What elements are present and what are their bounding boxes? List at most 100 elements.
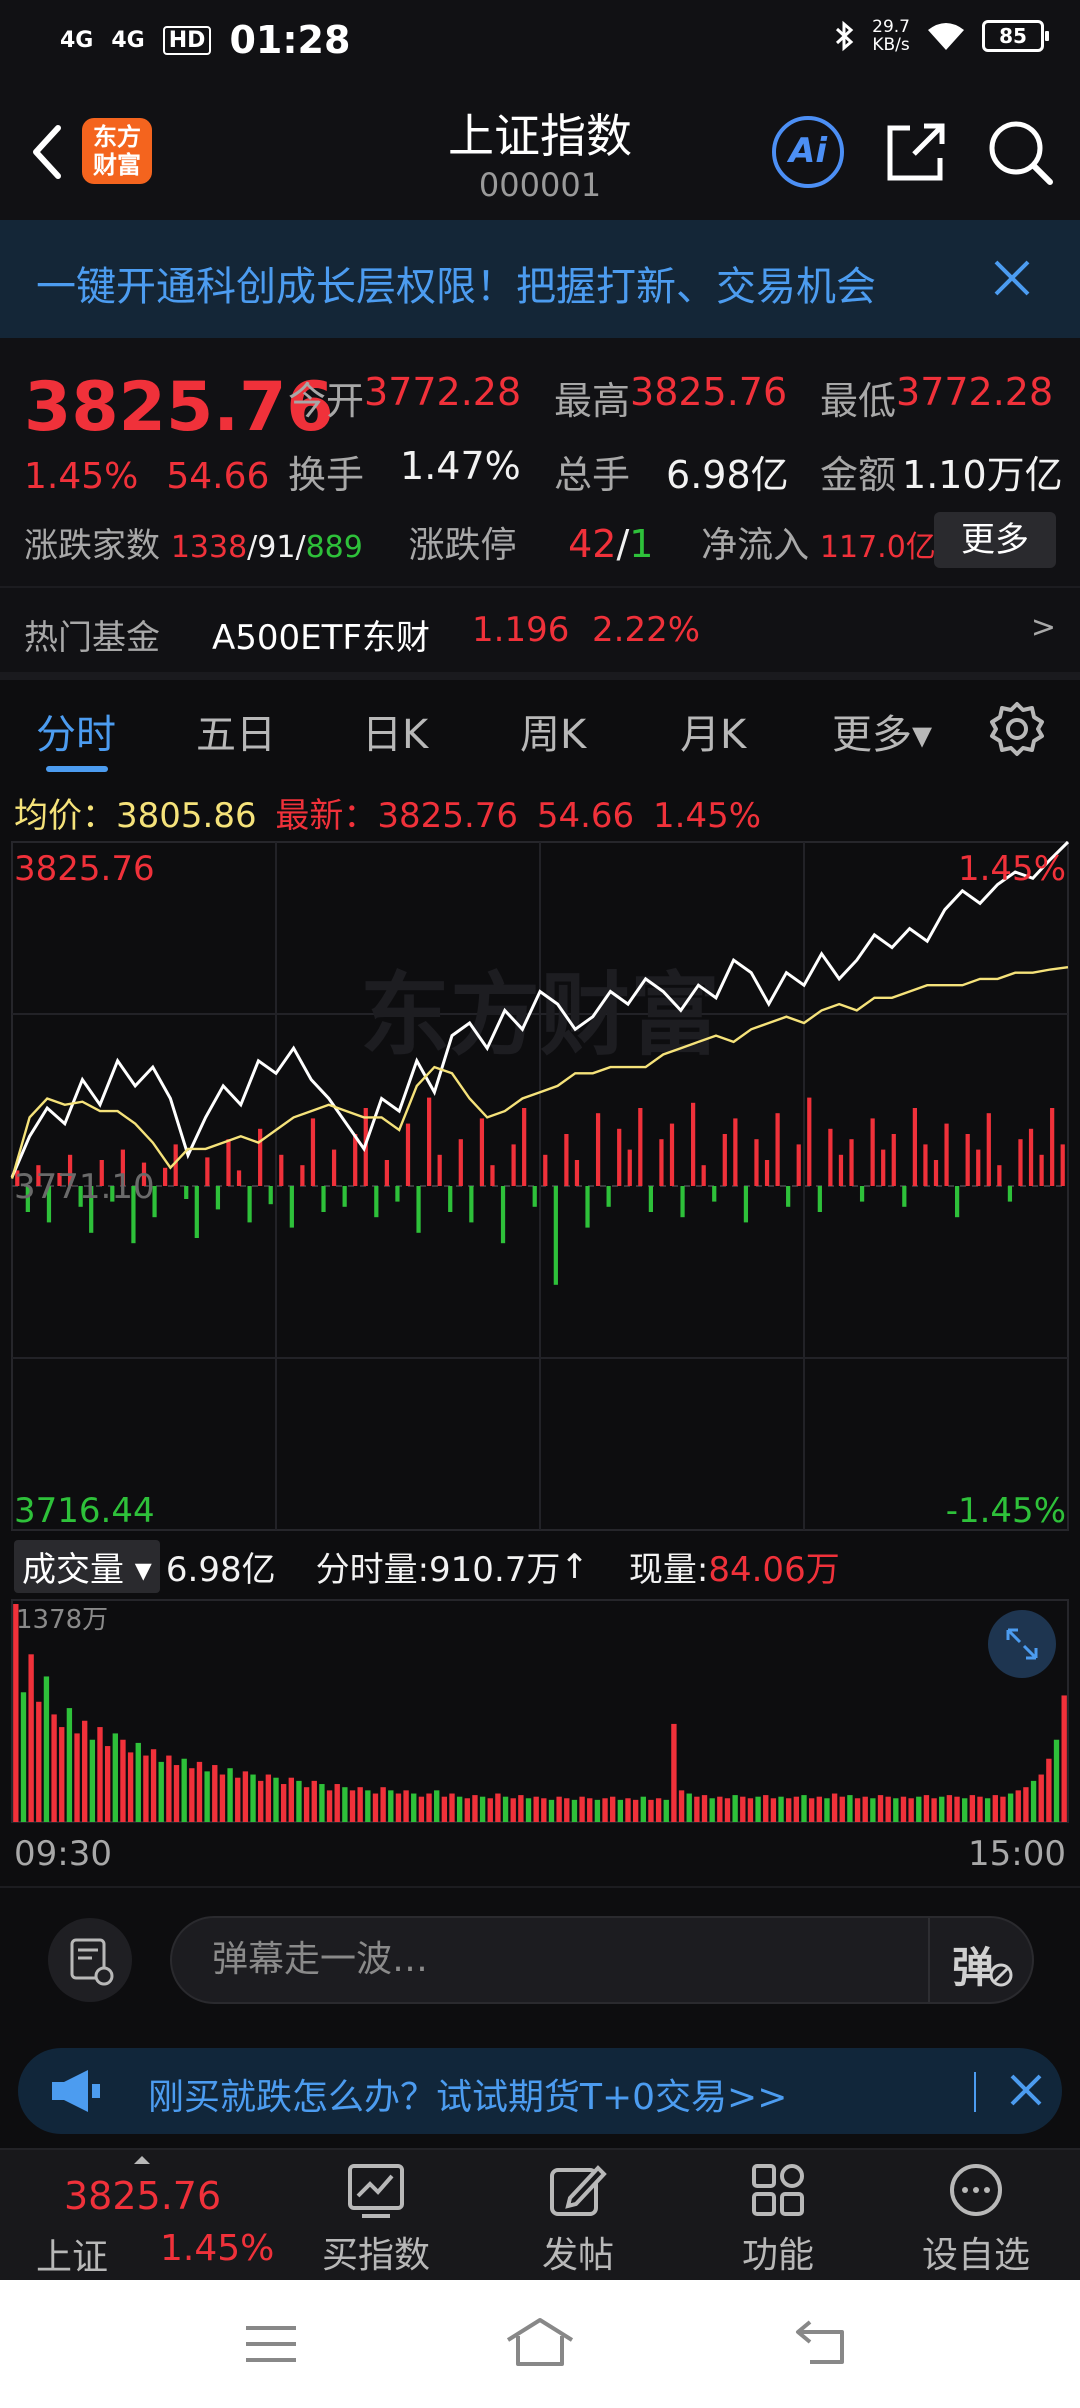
flow-bar [342,1186,347,1207]
volume-selector[interactable]: 成交量 ▾ [14,1540,160,1593]
flow-bar [205,1157,210,1186]
danmaku-send-button[interactable]: 弹 [928,1918,1032,2002]
tab-more[interactable]: 更多▾ [832,702,932,760]
volume-bar [1000,1796,1006,1822]
net-speed-unit: KB/s [872,35,910,55]
close-icon[interactable] [984,250,1040,306]
flow-bar [595,1113,601,1186]
volume-bar [28,1654,34,1822]
promo-text[interactable]: 刚买就跌怎么办？试试期货T+0交易>> [148,2068,787,2120]
flow-bar [881,1149,886,1186]
flow-bar [564,1134,569,1186]
ai-icon[interactable]: Ai [772,116,844,188]
banner-text[interactable]: 一键开通科创成长层权限！把握打新、交易机会 [36,254,876,312]
nav-add-watchlist[interactable]: 设自选 [906,2162,1046,2278]
hd-badge: HD [162,25,212,55]
fund-label: 热门基金 [24,618,160,658]
intraday-chart[interactable]: 东方财富3825.76 1.45%3771.103716.44 -1.45% [0,836,1080,1536]
volume-bar [319,1784,325,1822]
flow-bar [585,1186,590,1228]
volume-selector-label[interactable]: 成交量 [22,1550,124,1590]
volume-bar [212,1765,218,1822]
volume-bar [273,1777,279,1822]
megaphone-icon [52,2070,100,2112]
flow-bar [606,1186,611,1207]
danmaku-input[interactable]: 弹幕走一波… [170,1916,1034,2004]
volume-bar [357,1787,363,1822]
more-button[interactable]: 更多 [934,512,1056,568]
tab-weekly-k[interactable]: 周K [520,702,586,760]
volume-max-label: 1378万 [16,1605,108,1635]
danmaku-settings-icon[interactable] [48,1918,132,2002]
flow-bar [923,1144,928,1186]
volume-bar [655,1798,662,1822]
volume-bar [135,1742,141,1822]
promo-banner[interactable]: 一键开通科创成长层权限！把握打新、交易机会 [0,220,1080,338]
avg-value: 3805.86 [116,796,257,836]
tab-daily-k[interactable]: 日K [362,702,428,760]
flow-bar [859,1186,865,1202]
flow-bar [321,1186,326,1212]
tab-five-day[interactable]: 五日 [196,702,276,760]
home-icon[interactable] [504,2316,576,2368]
volume-bar [20,1692,27,1822]
volume-chart[interactable]: 1378万 [0,1596,1080,1826]
flow-bar [226,1139,231,1186]
volume-bar [1046,1758,1052,1822]
search-icon[interactable] [984,116,1056,188]
volume-bar [296,1780,302,1822]
menu-icon[interactable] [244,2322,298,2366]
tab-monthly-k[interactable]: 月K [680,702,746,760]
volume-bar [395,1793,402,1822]
nav-buy-index[interactable]: 买指数 [306,2162,446,2278]
gear-icon[interactable] [988,700,1046,758]
nav-buy-index-label[interactable]: 买指数 [322,2235,430,2276]
volume-bar [418,1796,425,1822]
flow-bar [754,1139,759,1186]
trend-chart-icon [348,2164,404,2218]
nav-functions-label[interactable]: 功能 [742,2235,814,2276]
expand-button[interactable] [988,1610,1056,1678]
quote-panel: 3825.76 1.45% 54.66 今开 3772.28 最高 3825.76 最… [0,338,1080,586]
close-icon[interactable] [1004,2068,1048,2112]
flow-bar [236,1170,242,1186]
nav-functions[interactable]: 功能 [708,2162,848,2278]
volume-bar [1023,1787,1029,1822]
volume-bar [235,1777,241,1822]
flow-bar [796,1144,801,1186]
volume-bar [495,1793,501,1822]
share-icon[interactable] [880,116,952,188]
flow-bar [331,1149,337,1186]
volume-bar [525,1798,532,1822]
volume-bar [824,1798,830,1822]
nav-add-watchlist-label[interactable]: 设自选 [922,2235,1030,2276]
back-nav-icon[interactable] [794,2318,852,2366]
chevron-right-icon[interactable]: > [1031,610,1056,645]
flow-bar [289,1186,294,1228]
volume-bar [1030,1780,1037,1822]
volume-bar [89,1739,96,1822]
edit-icon [550,2165,607,2216]
volume-bar [548,1799,555,1822]
volume-bar [793,1796,800,1822]
flow-bar [701,1165,706,1186]
fund-name[interactable]: A500ETF东财 [212,610,430,659]
volume-bar [678,1790,685,1822]
flow-bar [310,1118,316,1186]
index-quote[interactable]: 3825.76 上证 1.45% [0,2150,290,2282]
flow-bar [786,1186,791,1207]
volume-bar [288,1777,294,1822]
tab-intraday[interactable]: 分时 [36,702,116,760]
hot-fund-row[interactable]: 热门基金 A500ETF东财 1.196 2.22% > [0,586,1080,672]
flow-bar [764,1160,770,1186]
futures-promo[interactable]: 刚买就跌怎么办？试试期货T+0交易>> [18,2048,1062,2134]
flow-bar [965,1134,970,1186]
volume-bar [411,1793,417,1822]
volume-bar [311,1780,317,1822]
open-value: 3772.28 [364,370,522,414]
pct-label-bottom: -1.45% [946,1491,1066,1531]
volume-bar [380,1787,386,1822]
flow-bar [838,1154,844,1186]
nav-post[interactable]: 发帖 [508,2162,648,2278]
nav-post-label[interactable]: 发帖 [542,2235,614,2276]
